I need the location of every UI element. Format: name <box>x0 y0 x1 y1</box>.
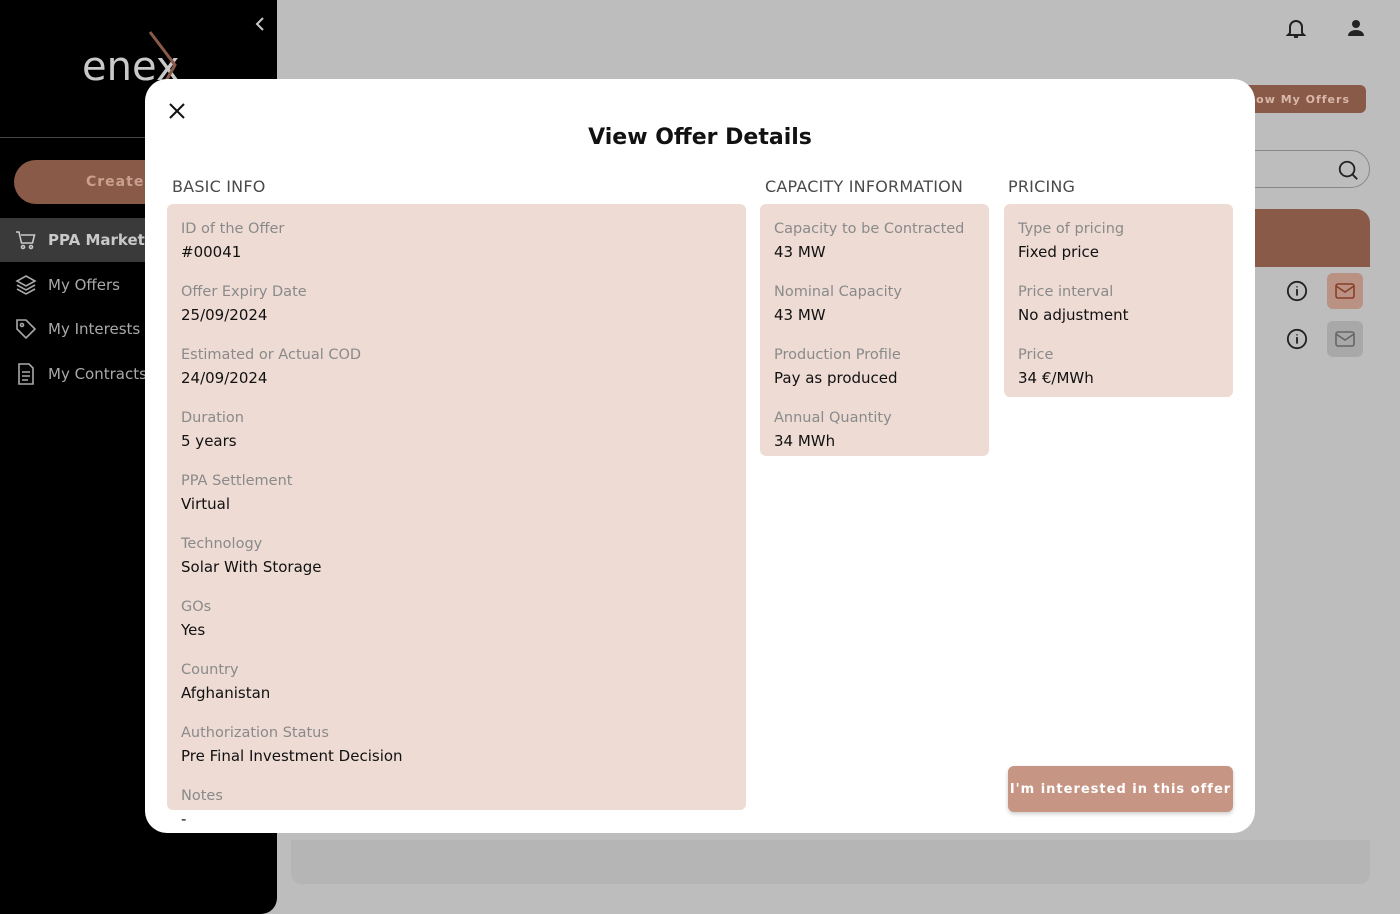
field-label: Capacity to be Contracted <box>774 221 965 237</box>
mail-button[interactable] <box>1327 321 1363 357</box>
field-value: Fixed price <box>1018 243 1099 261</box>
layers-icon <box>14 273 38 297</box>
pricing-title: PRICING <box>1008 177 1076 196</box>
field-pricing-type: Type of pricing Fixed price <box>1018 220 1219 263</box>
modal-title: View Offer Details <box>588 125 812 150</box>
table-footer <box>291 840 1370 884</box>
field-annual-quantity: Annual Quantity 34 MWh <box>774 409 975 452</box>
field-value: No adjustment <box>1018 306 1129 324</box>
offer-details-modal: View Offer Details BASIC INFO CAPACITY I… <box>145 79 1255 833</box>
field-offer-expiry-date: Offer Expiry Date 25/09/2024 <box>181 283 732 326</box>
sidebar-item-label: My Interests <box>48 320 141 338</box>
field-value: Virtual <box>181 495 231 513</box>
mail-icon <box>1335 331 1355 347</box>
field-duration: Duration 5 years <box>181 409 732 452</box>
field-value: 43 MW <box>774 306 826 324</box>
field-gos: GOs Yes <box>181 598 732 641</box>
field-country: Country Afghanistan <box>181 661 732 704</box>
info-icon[interactable] <box>1286 280 1308 302</box>
field-offer-id: ID of the Offer #00041 <box>181 220 732 263</box>
field-label: Notes <box>181 788 223 804</box>
tag-icon <box>14 317 38 341</box>
interested-in-offer-button[interactable]: I'm interested in this offer <box>1008 766 1233 812</box>
basic-info-card: ID of the Offer #00041 Offer Expiry Date… <box>167 204 746 828</box>
close-icon <box>169 103 185 119</box>
field-label: Technology <box>181 536 263 552</box>
field-label: Duration <box>181 410 244 426</box>
field-label: Country <box>181 662 239 678</box>
field-label: Annual Quantity <box>774 410 892 426</box>
sidebar-item-label: My Offers <box>48 275 120 294</box>
mail-icon <box>1335 283 1355 299</box>
field-nominal-capacity: Nominal Capacity 43 MW <box>774 283 975 326</box>
field-value: 25/09/2024 <box>181 306 268 324</box>
mail-button[interactable] <box>1327 273 1363 309</box>
pricing-card: Type of pricing Fixed price Price interv… <box>1004 204 1233 397</box>
info-icon[interactable] <box>1286 328 1308 350</box>
capacity-info-card: Capacity to be Contracted 43 MW Nominal … <box>760 204 989 456</box>
field-value: 5 years <box>181 432 237 450</box>
bell-icon[interactable] <box>1284 16 1308 40</box>
field-label: Offer Expiry Date <box>181 284 307 300</box>
chevron-left-icon <box>255 17 264 31</box>
basic-info-title: BASIC INFO <box>172 177 266 196</box>
field-notes: Notes - <box>181 787 732 830</box>
field-label: Price <box>1018 347 1054 363</box>
field-ppa-settlement: PPA Settlement Virtual <box>181 472 732 515</box>
field-value: #00041 <box>181 243 242 261</box>
field-label: Production Profile <box>774 347 901 363</box>
field-label: Nominal Capacity <box>774 284 902 300</box>
field-value: 34 MWh <box>774 432 836 450</box>
close-button[interactable] <box>165 99 189 123</box>
document-icon <box>14 362 38 386</box>
field-value: Afghanistan <box>181 684 271 702</box>
field-capacity-contracted: Capacity to be Contracted 43 MW <box>774 220 975 263</box>
field-label: Type of pricing <box>1018 221 1125 237</box>
show-my-offers-label: Show My Offers <box>1238 92 1350 106</box>
field-value: Yes <box>181 621 206 639</box>
field-label: Price interval <box>1018 284 1114 300</box>
field-value: 43 MW <box>774 243 826 261</box>
collapse-sidebar-button[interactable] <box>250 12 270 36</box>
field-production-profile: Production Profile Pay as produced <box>774 346 975 389</box>
field-price-interval: Price interval No adjustment <box>1018 283 1219 326</box>
field-label: PPA Settlement <box>181 473 293 489</box>
user-icon[interactable] <box>1344 16 1368 40</box>
field-price: Price 34 €/MWh <box>1018 346 1219 389</box>
field-label: Estimated or Actual COD <box>181 347 362 363</box>
field-label: GOs <box>181 599 212 615</box>
field-value: 24/09/2024 <box>181 369 268 387</box>
sidebar-item-label: PPA Market <box>48 231 145 249</box>
field-label: Authorization Status <box>181 725 329 741</box>
field-value: - <box>181 810 187 828</box>
cart-icon <box>14 228 38 252</box>
field-value: Solar With Storage <box>181 558 322 576</box>
field-value: Pay as produced <box>774 369 898 387</box>
field-value: Pre Final Investment Decision <box>181 747 403 765</box>
field-cod: Estimated or Actual COD 24/09/2024 <box>181 346 732 389</box>
capacity-info-title: CAPACITY INFORMATION <box>765 177 964 196</box>
field-value: 34 €/MWh <box>1018 369 1094 387</box>
field-authorization-status: Authorization Status Pre Final Investmen… <box>181 724 732 767</box>
search-icon <box>1337 159 1359 181</box>
sidebar-item-label: My Contracts <box>48 364 147 383</box>
field-label: ID of the Offer <box>181 221 285 237</box>
field-technology: Technology Solar With Storage <box>181 535 732 578</box>
